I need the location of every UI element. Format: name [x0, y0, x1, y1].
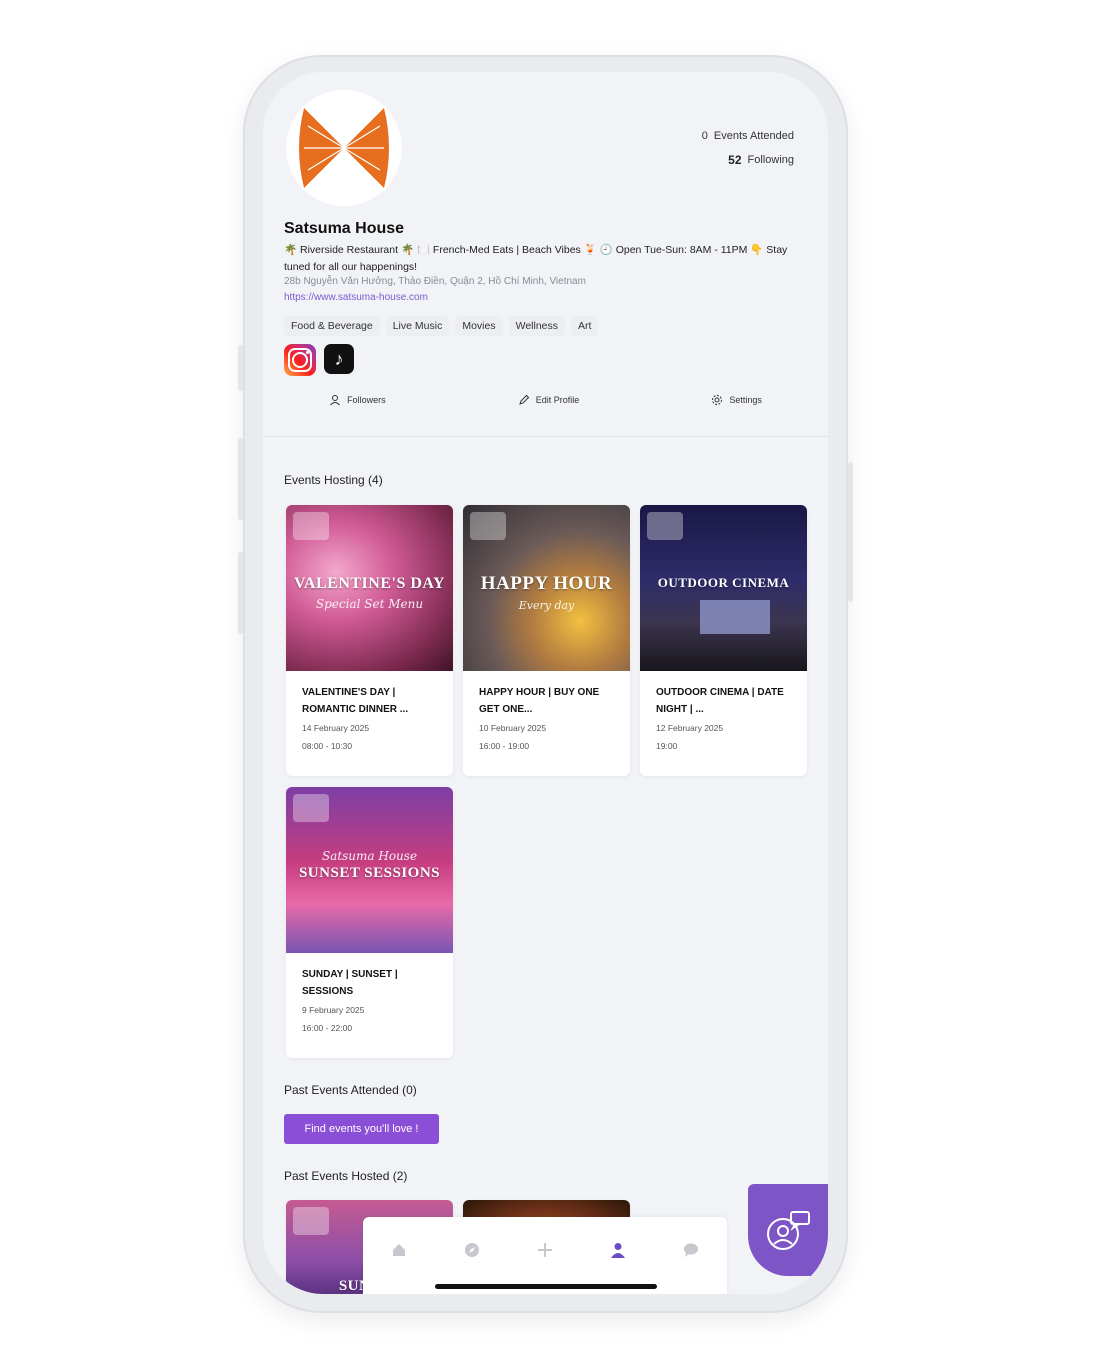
event-card[interactable]: OUTDOOR CINEMA OUTDOOR CINEMA | DATE NIG…	[640, 505, 807, 776]
profile-avatar[interactable]	[286, 90, 402, 206]
settings-button[interactable]: Settings	[705, 390, 768, 410]
profile-bio: 🌴 Riverside Restaurant 🌴 🍽️ French-Med E…	[284, 244, 788, 273]
explore-icon[interactable]	[461, 1239, 483, 1261]
following-stat[interactable]: 52 Following	[702, 148, 794, 172]
event-image-subtitle: Satsuma House	[321, 849, 418, 863]
event-date: 12 February 2025	[656, 723, 724, 733]
tag-live-music[interactable]: Live Music	[385, 316, 450, 336]
social-links: ♪	[284, 344, 354, 376]
user-icon	[330, 395, 340, 406]
event-image-subtitle: Every day	[518, 599, 575, 612]
event-title: SUNDAY | SUNSET | SESSIONS	[302, 969, 398, 997]
event-badge	[293, 512, 329, 540]
event-image: HAPPY HOUR Every day	[463, 505, 630, 671]
section-divider	[263, 436, 828, 437]
settings-label: Settings	[729, 395, 762, 405]
event-title: OUTDOOR CINEMA | DATE NIGHT | ...	[656, 687, 784, 715]
event-badge	[470, 512, 506, 540]
profile-address: 28b Nguyễn Văn Hưởng, Thảo Điền, Quận 2,…	[284, 276, 586, 287]
home-icon[interactable]	[388, 1239, 410, 1261]
satsuma-logo-icon	[299, 108, 389, 188]
profile-name: Satsuma House	[284, 220, 405, 237]
event-image-title: SUNSET SESSIONS	[298, 865, 441, 881]
tag-wellness[interactable]: Wellness	[508, 316, 565, 336]
edit-profile-button[interactable]: Edit Profile	[512, 390, 586, 410]
phone-volume-down	[238, 552, 243, 634]
event-title: HAPPY HOUR | BUY ONE GET ONE...	[479, 687, 600, 715]
event-badge	[647, 512, 683, 540]
event-image-screen	[700, 600, 770, 634]
event-date: 10 February 2025	[479, 723, 547, 733]
event-image-title: OUTDOOR CINEMA	[657, 575, 790, 590]
phone-side-button	[238, 345, 243, 391]
phone-volume-up	[238, 438, 243, 520]
event-image: VALENTINE'S DAY Special Set Menu	[286, 505, 453, 671]
home-indicator	[435, 1284, 657, 1289]
profile-actions: Followers Edit Profile Settings	[263, 390, 828, 410]
followers-button[interactable]: Followers	[323, 390, 392, 410]
instagram-icon[interactable]	[284, 344, 316, 376]
event-date: 9 February 2025	[302, 1005, 365, 1015]
tag-food-beverage[interactable]: Food & Beverage	[284, 316, 380, 336]
event-time: 19:00	[656, 741, 678, 751]
app-screen: 0 Events Attended 52 Following Satsuma H…	[263, 72, 828, 1294]
find-events-button[interactable]: Find events you'll love !	[284, 1114, 439, 1144]
past-events-hosted-title: Past Events Hosted (2)	[284, 1169, 408, 1183]
events-attended-stat[interactable]: 0 Events Attended	[702, 124, 794, 148]
profile-icon[interactable]	[607, 1239, 629, 1261]
event-date: 14 February 2025	[302, 723, 370, 733]
event-card[interactable]: Satsuma House SUNSET SESSIONS SUNDAY | S…	[286, 787, 453, 1058]
event-image-title: VALENTINE'S DAY	[293, 575, 446, 592]
profile-stats: 0 Events Attended 52 Following	[702, 124, 794, 172]
event-card[interactable]: VALENTINE'S DAY Special Set Menu VALENTI…	[286, 505, 453, 776]
event-image: Satsuma House SUNSET SESSIONS	[286, 787, 453, 953]
phone-power-button	[848, 462, 853, 602]
followers-label: Followers	[347, 395, 386, 405]
following-count: 52	[728, 153, 742, 167]
add-icon[interactable]	[534, 1239, 556, 1261]
profile-website-link[interactable]: https://www.satsuma-house.com	[284, 292, 428, 303]
event-image-title: HAPPY HOUR	[480, 573, 613, 594]
event-image-subtitle: Special Set Menu	[315, 597, 424, 611]
gear-icon	[712, 395, 723, 405]
event-time: 16:00 - 19:00	[479, 741, 530, 751]
event-image: OUTDOOR CINEMA	[640, 505, 807, 671]
event-badge	[293, 1207, 329, 1235]
event-time: 08:00 - 10:30	[302, 741, 353, 751]
bottom-navigation	[363, 1217, 727, 1294]
event-card[interactable]: HAPPY HOUR Every day HAPPY HOUR | BUY ON…	[463, 505, 630, 776]
past-events-attended-title: Past Events Attended (0)	[284, 1083, 417, 1097]
category-tags: Food & Beverage Live Music Movies Wellne…	[284, 316, 599, 336]
support-agent-icon	[766, 1211, 810, 1250]
pencil-icon	[518, 394, 529, 405]
event-time: 16:00 - 22:00	[302, 1023, 353, 1033]
event-badge	[293, 794, 329, 822]
edit-profile-label: Edit Profile	[535, 395, 580, 405]
following-label: Following	[747, 154, 794, 166]
events-attended-count: 0	[701, 130, 708, 142]
tiktok-icon[interactable]: ♪	[324, 344, 354, 374]
chat-icon[interactable]	[680, 1239, 702, 1261]
tag-art[interactable]: Art	[571, 316, 599, 336]
events-hosting-title: Events Hosting (4)	[284, 473, 383, 487]
tag-movies[interactable]: Movies	[455, 316, 503, 336]
events-attended-label: Events Attended	[713, 130, 794, 142]
support-chat-button[interactable]	[748, 1184, 828, 1276]
event-title: VALENTINE'S DAY | ROMANTIC DINNER ...	[302, 687, 409, 715]
